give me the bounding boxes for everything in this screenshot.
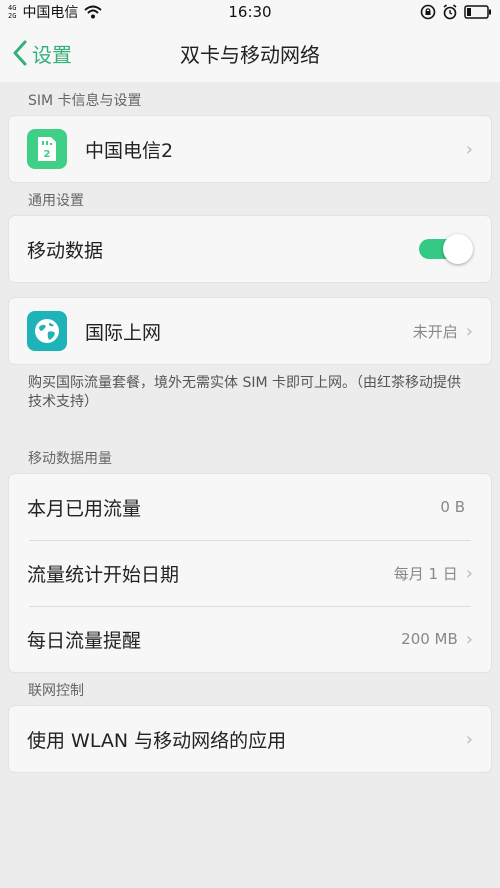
sim-card-group: 2 中国电信2 › xyxy=(9,116,491,182)
navigation-bar: 设置 双卡与移动网络 xyxy=(0,24,500,82)
sim-card-icon: 2 xyxy=(27,129,67,169)
intl-roaming-row[interactable]: 国际上网 未开启 › xyxy=(9,298,491,364)
status-right xyxy=(420,4,492,20)
section-label-network-control: 联网控制 xyxy=(28,683,84,699)
usage-group: 本月已用流量 0 B 流量统计开始日期 每月 1 日 › 每日流量提醒 200 … xyxy=(9,474,491,672)
lock-rotation-icon xyxy=(420,4,436,20)
monthly-usage-label: 本月已用流量 xyxy=(27,497,142,520)
page-title: 双卡与移动网络 xyxy=(180,42,320,67)
intl-roaming-label: 国际上网 xyxy=(85,321,162,344)
mobile-data-row: 移动数据 xyxy=(9,216,491,282)
back-button[interactable]: 设置 xyxy=(12,24,72,82)
chevron-right-icon: › xyxy=(465,562,473,584)
status-bar: 4G 2G 中国电信 16:30 xyxy=(0,0,500,24)
network-control-group: 使用 WLAN 与移动网络的应用 › xyxy=(9,706,491,772)
network-apps-row[interactable]: 使用 WLAN 与移动网络的应用 › xyxy=(9,706,491,772)
daily-reminder-label: 每日流量提醒 xyxy=(27,629,142,652)
mobile-data-label: 移动数据 xyxy=(27,239,104,262)
start-date-row[interactable]: 流量统计开始日期 每月 1 日 › xyxy=(9,540,491,606)
battery-icon xyxy=(464,5,491,19)
intl-roaming-status: 未开启 xyxy=(412,322,458,341)
chevron-right-icon: › xyxy=(465,320,473,342)
toggle-knob xyxy=(443,234,473,264)
sim-row[interactable]: 2 中国电信2 › xyxy=(9,116,491,182)
daily-reminder-value: 200 MB xyxy=(401,630,458,648)
mobile-data-group: 移动数据 xyxy=(9,216,491,282)
svg-text:2: 2 xyxy=(44,149,51,160)
monthly-usage-value: 0 B xyxy=(440,498,465,516)
start-date-value: 每月 1 日 xyxy=(393,564,458,583)
status-left: 4G 2G 中国电信 xyxy=(8,2,103,22)
chevron-left-icon xyxy=(13,40,27,66)
section-label-usage: 移动数据用量 xyxy=(28,451,112,467)
chevron-right-icon: › xyxy=(465,628,473,650)
wifi-icon xyxy=(84,5,103,19)
chevron-right-icon: › xyxy=(465,728,473,750)
chevron-right-icon: › xyxy=(465,138,473,160)
daily-reminder-row[interactable]: 每日流量提醒 200 MB › xyxy=(9,606,491,672)
section-label-sim: SIM 卡信息与设置 xyxy=(28,93,142,109)
sim-name: 中国电信2 xyxy=(85,139,174,162)
monthly-usage-row[interactable]: 本月已用流量 0 B xyxy=(9,474,491,540)
mobile-data-toggle[interactable] xyxy=(419,234,473,264)
globe-icon xyxy=(27,311,67,351)
alarm-icon xyxy=(443,4,457,20)
network-apps-label: 使用 WLAN 与移动网络的应用 xyxy=(27,729,287,752)
back-label: 设置 xyxy=(32,42,72,67)
start-date-label: 流量统计开始日期 xyxy=(27,563,180,586)
signal-icon: 4G 2G xyxy=(8,4,17,20)
intl-group: 国际上网 未开启 › xyxy=(9,298,491,364)
intl-roaming-note: 购买国际流量套餐，境外无需实体 SIM 卡即可上网。（由红茶移动提供技术支持） xyxy=(28,375,461,410)
carrier-name: 中国电信 xyxy=(22,5,79,21)
section-label-general: 通用设置 xyxy=(28,193,84,209)
